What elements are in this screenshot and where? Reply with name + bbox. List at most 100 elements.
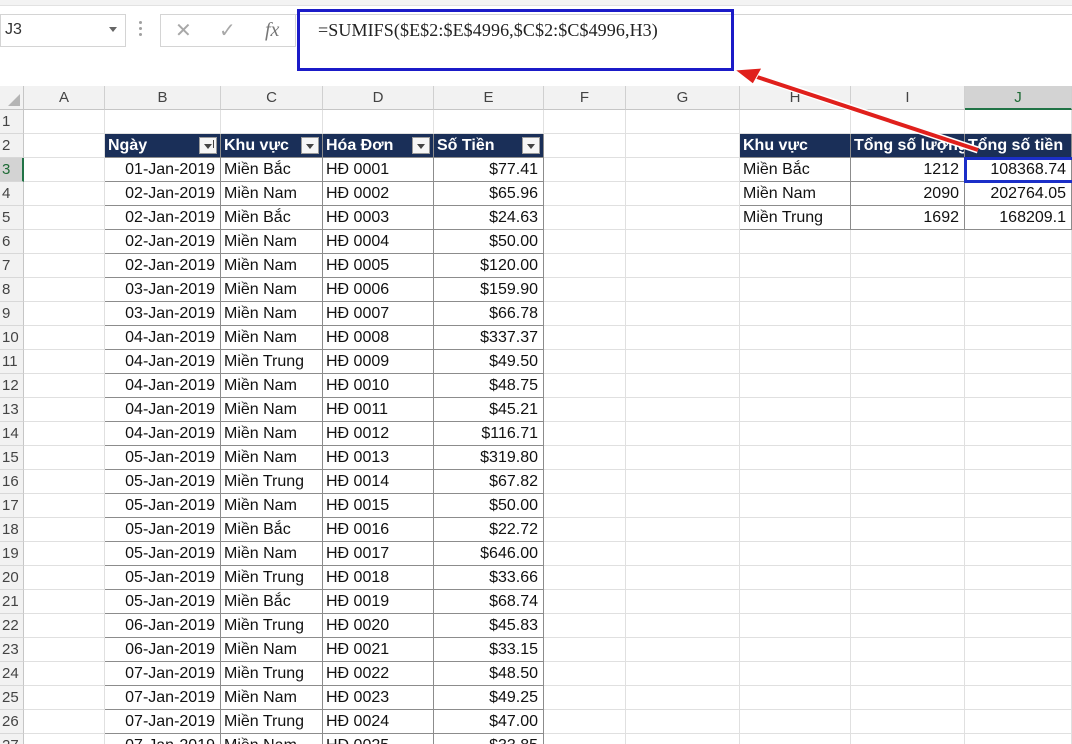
- grid-cell[interactable]: [24, 278, 105, 302]
- grid-cell[interactable]: [740, 566, 851, 590]
- grid-cell[interactable]: [544, 182, 626, 206]
- table2-cell[interactable]: Miền Bắc: [740, 158, 851, 182]
- grid-cell[interactable]: [965, 278, 1072, 302]
- table1-cell[interactable]: Miền Nam: [221, 326, 323, 350]
- table1-cell[interactable]: HĐ 0005: [323, 254, 434, 278]
- table1-cell[interactable]: Miền Trung: [221, 350, 323, 374]
- table1-cell[interactable]: $48.50: [434, 662, 544, 686]
- table1-cell[interactable]: HĐ 0022: [323, 662, 434, 686]
- grid-cell[interactable]: [965, 710, 1072, 734]
- table1-cell[interactable]: Miền Bắc: [221, 518, 323, 542]
- table1-cell[interactable]: $67.82: [434, 470, 544, 494]
- grid-cell[interactable]: [24, 614, 105, 638]
- grid-cell[interactable]: [24, 518, 105, 542]
- grid-cell[interactable]: [740, 302, 851, 326]
- grid-cell[interactable]: [544, 518, 626, 542]
- grid-cell[interactable]: [626, 686, 740, 710]
- grid-cell[interactable]: [740, 542, 851, 566]
- grid-cell[interactable]: [965, 350, 1072, 374]
- grid-cell[interactable]: [740, 518, 851, 542]
- grid-cell[interactable]: [965, 734, 1072, 744]
- table1-cell[interactable]: $45.21: [434, 398, 544, 422]
- table1-cell[interactable]: HĐ 0008: [323, 326, 434, 350]
- grid-cell[interactable]: [544, 134, 626, 158]
- grid-cell[interactable]: [24, 566, 105, 590]
- grid-cell[interactable]: [626, 158, 740, 182]
- grid-cell[interactable]: [851, 638, 965, 662]
- table1-cell[interactable]: HĐ 0015: [323, 494, 434, 518]
- check-icon[interactable]: ✓: [219, 18, 236, 42]
- table1-cell[interactable]: 02-Jan-2019: [105, 254, 221, 278]
- table1-cell[interactable]: HĐ 0023: [323, 686, 434, 710]
- grid-cell[interactable]: [626, 446, 740, 470]
- grid-cell[interactable]: [24, 734, 105, 744]
- grid-cell[interactable]: [544, 230, 626, 254]
- grid-cell[interactable]: [24, 374, 105, 398]
- table1-cell[interactable]: 06-Jan-2019: [105, 614, 221, 638]
- row-header-16[interactable]: 16: [0, 470, 24, 494]
- grid-cell[interactable]: [544, 542, 626, 566]
- grid-cell[interactable]: [24, 230, 105, 254]
- grid-cell[interactable]: [851, 614, 965, 638]
- grid-cell[interactable]: [851, 734, 965, 744]
- row-header-14[interactable]: 14: [0, 422, 24, 446]
- table1-cell[interactable]: $22.72: [434, 518, 544, 542]
- grid-cell[interactable]: [544, 446, 626, 470]
- grid-cell[interactable]: [544, 710, 626, 734]
- chevron-down-icon[interactable]: [109, 27, 117, 32]
- table1-cell[interactable]: HĐ 0003: [323, 206, 434, 230]
- table1-cell[interactable]: Miền Trung: [221, 710, 323, 734]
- grid-cell[interactable]: [626, 302, 740, 326]
- grid-cell[interactable]: [626, 566, 740, 590]
- drag-handle-icon[interactable]: [139, 18, 143, 42]
- grid-cell[interactable]: [626, 470, 740, 494]
- grid-cell[interactable]: [24, 638, 105, 662]
- grid-cell[interactable]: [740, 230, 851, 254]
- grid-cell[interactable]: [965, 302, 1072, 326]
- grid-cell[interactable]: [24, 710, 105, 734]
- filter-dropdown-icon[interactable]: [301, 137, 319, 154]
- grid-cell[interactable]: [965, 614, 1072, 638]
- row-header-3[interactable]: 3: [0, 158, 24, 182]
- grid-cell[interactable]: [851, 230, 965, 254]
- table2-cell[interactable]: 168209.1: [965, 206, 1072, 230]
- grid-cell[interactable]: [626, 662, 740, 686]
- grid-cell[interactable]: [24, 662, 105, 686]
- grid-cell[interactable]: [740, 110, 851, 134]
- table2-cell[interactable]: Miền Nam: [740, 182, 851, 206]
- table1-cell[interactable]: HĐ 0021: [323, 638, 434, 662]
- table1-cell[interactable]: Miền Bắc: [221, 158, 323, 182]
- grid-cell[interactable]: [626, 110, 740, 134]
- grid-cell[interactable]: [965, 662, 1072, 686]
- grid-cell[interactable]: [740, 638, 851, 662]
- table1-cell[interactable]: $49.25: [434, 686, 544, 710]
- table1-cell[interactable]: 04-Jan-2019: [105, 326, 221, 350]
- grid-cell[interactable]: [626, 134, 740, 158]
- column-header-b[interactable]: B: [105, 86, 221, 110]
- grid-cell[interactable]: [24, 110, 105, 134]
- table1-cell[interactable]: HĐ 0020: [323, 614, 434, 638]
- table1-cell[interactable]: $68.74: [434, 590, 544, 614]
- row-header-2[interactable]: 2: [0, 134, 24, 158]
- grid-cell[interactable]: [434, 110, 544, 134]
- table1-cell[interactable]: 03-Jan-2019: [105, 302, 221, 326]
- table2-cell[interactable]: 1692: [851, 206, 965, 230]
- grid-cell[interactable]: [740, 734, 851, 744]
- grid-cell[interactable]: [851, 446, 965, 470]
- grid-cell[interactable]: [24, 302, 105, 326]
- column-header-e[interactable]: E: [434, 86, 544, 110]
- grid-cell[interactable]: [740, 254, 851, 278]
- table1-cell[interactable]: 05-Jan-2019: [105, 518, 221, 542]
- grid-cell[interactable]: [740, 350, 851, 374]
- grid-cell[interactable]: [24, 206, 105, 230]
- grid-cell[interactable]: [965, 110, 1072, 134]
- table1-cell[interactable]: 04-Jan-2019: [105, 422, 221, 446]
- grid-cell[interactable]: [544, 638, 626, 662]
- grid-cell[interactable]: [626, 422, 740, 446]
- grid-cell[interactable]: [740, 662, 851, 686]
- grid-cell[interactable]: [544, 686, 626, 710]
- row-header-25[interactable]: 25: [0, 686, 24, 710]
- grid-cell[interactable]: [965, 494, 1072, 518]
- table1-cell[interactable]: 05-Jan-2019: [105, 446, 221, 470]
- grid-cell[interactable]: [851, 422, 965, 446]
